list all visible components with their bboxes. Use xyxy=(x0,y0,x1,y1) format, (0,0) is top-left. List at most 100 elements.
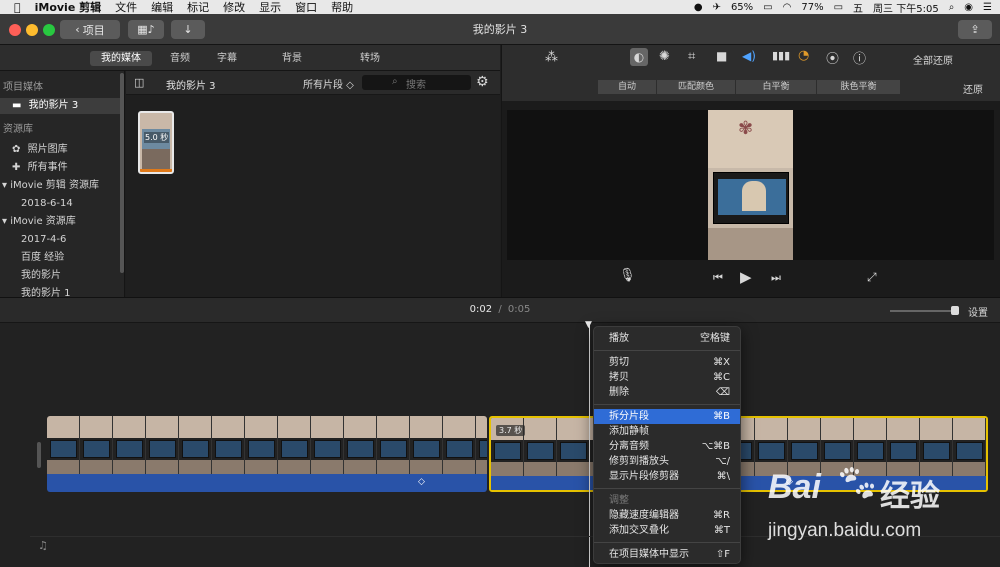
minimize-button[interactable] xyxy=(26,24,38,36)
wifi-icon[interactable]: ◠ xyxy=(783,2,792,13)
menu-item-copy[interactable]: 拷贝 ⌘C xyxy=(594,370,740,385)
filmstrip-frame xyxy=(410,416,443,474)
sidebar-item-event[interactable]: 2018-6-14 xyxy=(0,196,120,212)
zoom-slider-thumb[interactable] xyxy=(951,306,959,315)
current-time: 0:02 xyxy=(469,304,493,315)
playhead[interactable] xyxy=(589,322,590,567)
menu-item-trim-to-playhead[interactable]: 修剪到播放头 ⌥/ xyxy=(594,454,740,469)
stabilization-icon[interactable]: ■ xyxy=(716,49,727,63)
menu-item-shortcut: ⌥/ xyxy=(715,456,730,467)
menu-edit[interactable]: 编辑 xyxy=(151,0,173,15)
adjust-tab-auto[interactable]: 自动 xyxy=(598,80,656,94)
sidebar-toggle-icon[interactable]: ◫ xyxy=(134,76,144,89)
timeline-settings-button[interactable]: 设置 xyxy=(968,304,988,319)
skip-forward-icon[interactable]: ⏭ xyxy=(771,271,781,285)
sidebar-item-event[interactable]: 百度 经验 xyxy=(0,250,120,266)
equalizer-icon[interactable]: ▮▮▮ xyxy=(772,49,790,62)
media-clip-thumbnail[interactable]: 5.0 秒 xyxy=(138,111,174,174)
sidebar-scrollbar[interactable] xyxy=(120,73,124,273)
filter-icon[interactable]: ⦿ xyxy=(826,48,839,67)
menu-item-label: 在项目媒体中显示 xyxy=(609,549,689,560)
gear-icon[interactable]: ⚙ xyxy=(476,74,489,90)
sidebar-item-event[interactable]: 2017-4-6 xyxy=(0,232,120,248)
clip-filter-select[interactable]: 所有片段 ◇ xyxy=(303,76,354,91)
input-method[interactable]: 五 xyxy=(853,0,863,15)
media-toggle-button[interactable]: ▦♪ xyxy=(128,20,164,39)
menu-item-cut[interactable]: 剪切 ⌘X xyxy=(594,355,740,370)
microphone-icon[interactable]: 🎙︎ xyxy=(619,268,636,283)
tab-audio[interactable]: 音频 xyxy=(160,51,200,66)
tab-backgrounds[interactable]: 背景 xyxy=(272,51,312,66)
audio-keyframe-icon[interactable]: ◇ xyxy=(418,477,425,487)
magic-wand-icon[interactable]: ⁂ xyxy=(545,50,558,65)
reset-all-button[interactable]: 全部还原 xyxy=(913,52,953,67)
adjustment-bar: ⁂ ◐ ✺ ⌗ ■ ◀) ▮▮▮ ◔ ⦿ ⓘ 全部还原 自动 匹配颜色 白平衡 … xyxy=(501,45,1000,101)
share-icon: ⇪ xyxy=(970,23,980,36)
adjust-tab-match-color[interactable]: 匹配颜色 xyxy=(657,80,735,94)
menu-item-shortcut: ⌘R xyxy=(713,510,730,521)
tab-titles[interactable]: 字幕 xyxy=(207,51,247,66)
context-menu: 播放 空格键 剪切 ⌘X 拷贝 ⌘C 删除 ⌫ 拆分片段 ⌘B 添加静帧 分离音频 ⌥⌘B … xyxy=(593,326,741,564)
menu-help[interactable]: 帮助 xyxy=(331,0,353,15)
airplay-icon[interactable]: ▭ xyxy=(763,2,772,13)
zoom-button[interactable] xyxy=(43,24,55,36)
clock[interactable]: 周三 下午5:05 xyxy=(873,0,939,15)
palette-icon[interactable]: ✺ xyxy=(659,49,670,64)
menu-mark[interactable]: 标记 xyxy=(187,0,209,15)
tab-my-media[interactable]: 我的媒体 xyxy=(90,51,152,66)
share-button[interactable]: ⇪ xyxy=(958,20,992,39)
import-button[interactable]: ↓ xyxy=(171,20,205,39)
adjust-tab-skin-tone[interactable]: 肤色平衡 xyxy=(817,80,900,94)
sidebar-item-event[interactable]: 我的影片 xyxy=(0,268,120,284)
menu-file[interactable]: 文件 xyxy=(115,0,137,15)
menu-item-show-clip-trimmer[interactable]: 显示片段修剪器 ⌘\ xyxy=(594,469,740,484)
info-icon[interactable]: ⓘ xyxy=(853,48,866,67)
close-button[interactable] xyxy=(9,24,21,36)
menu-item-delete[interactable]: 删除 ⌫ xyxy=(594,385,740,400)
menu-item-hide-speed-editor[interactable]: 隐藏速度编辑器 ⌘R xyxy=(594,508,740,523)
adjust-tab-white-balance[interactable]: 白平衡 xyxy=(736,80,816,94)
menu-app[interactable]: iMovie 剪辑 xyxy=(35,0,102,15)
color-balance-icon[interactable]: ◐ xyxy=(630,48,648,66)
menu-view[interactable]: 显示 xyxy=(259,0,281,15)
notification-center-icon[interactable]: ☰ xyxy=(983,2,992,13)
spotlight-icon[interactable]: ⌕ xyxy=(949,2,955,13)
sidebar-item-all-events[interactable]: ✚ 所有事件 xyxy=(0,160,120,176)
reset-button[interactable]: 还原 xyxy=(963,81,983,96)
volume-icon[interactable]: ◀) xyxy=(742,49,756,63)
battery-icon[interactable]: ▭ xyxy=(834,2,843,13)
disclosure-triangle-icon[interactable]: ▾ xyxy=(2,180,7,191)
sidebar-item-project[interactable]: ▬ 我的影片 3 xyxy=(0,98,120,114)
menu-item-play[interactable]: 播放 空格键 xyxy=(594,331,740,346)
speed-icon[interactable]: ◔ xyxy=(798,48,809,63)
play-icon[interactable]: ▶ xyxy=(740,268,752,286)
filmstrip-frame xyxy=(146,416,179,474)
menu-item-adjust: 调整 xyxy=(594,493,740,508)
menu-item-detach-audio[interactable]: 分离音频 ⌥⌘B xyxy=(594,439,740,454)
sidebar-item-library-imovie[interactable]: ▾ iMovie 资源库 xyxy=(0,214,120,230)
timeline-handle[interactable] xyxy=(37,442,41,468)
baidu-watermark: Bai 🐾︎ 经验 jingyan.baidu.com xyxy=(768,458,1000,558)
menu-window[interactable]: 窗口 xyxy=(295,0,317,15)
bird-icon[interactable]: ✈ xyxy=(713,2,721,13)
search-field[interactable]: ⌕ 搜索 xyxy=(362,75,471,91)
penguin-icon[interactable]: ● xyxy=(694,2,703,13)
crop-icon[interactable]: ⌗ xyxy=(688,49,695,64)
menu-item-add-cross-dissolve[interactable]: 添加交叉叠化 ⌘T xyxy=(594,523,740,538)
menu-modify[interactable]: 修改 xyxy=(223,0,245,15)
zoom-slider-track[interactable] xyxy=(890,310,956,312)
siri-icon[interactable]: ◉ xyxy=(964,2,973,13)
apple-icon[interactable]:  xyxy=(14,1,21,14)
sidebar-item-event[interactable]: 我的影片 1 xyxy=(0,286,120,297)
sidebar-item-library-clips[interactable]: ▾ iMovie 剪辑 资源库 xyxy=(0,178,120,194)
sidebar-item-photos[interactable]: ✿ 照片图库 xyxy=(0,142,120,158)
skip-back-icon[interactable]: ⏮ xyxy=(713,271,723,285)
disclosure-triangle-icon[interactable]: ▾ xyxy=(2,216,7,227)
playhead-handle-icon[interactable]: ▼ xyxy=(585,320,592,330)
menu-item-reveal-in-project-media[interactable]: 在项目媒体中显示 ⇧F xyxy=(594,547,740,562)
menu-item-split-clip[interactable]: 拆分片段 ⌘B xyxy=(594,409,740,424)
back-to-projects-button[interactable]: ‹ 项目 xyxy=(60,20,120,39)
tab-transitions[interactable]: 转场 xyxy=(350,51,390,66)
fullscreen-icon[interactable]: ⤢ xyxy=(867,270,877,285)
menu-item-add-freeze-frame[interactable]: 添加静帧 xyxy=(594,424,740,439)
